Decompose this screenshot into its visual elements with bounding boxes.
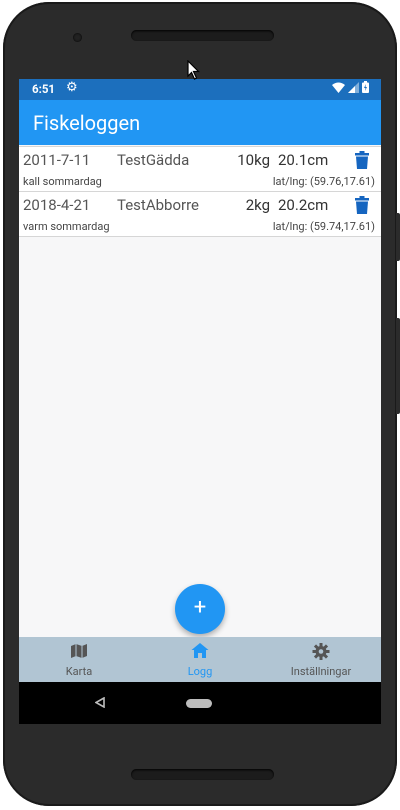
front-camera — [73, 33, 82, 42]
wifi-icon — [332, 82, 345, 93]
entry-weight: 10kg — [237, 151, 270, 169]
signal-icon — [348, 81, 359, 93]
nav-item-installningar[interactable]: Inställningar — [261, 637, 381, 682]
entry-date: 2011-7-11 — [23, 151, 91, 169]
entry-fish-name: TestGädda — [117, 151, 190, 169]
status-bar: 6:51 ⚙ — [19, 79, 381, 100]
log-entry[interactable]: 2011-7-11 TestGädda 10kg 20.1cm kall som… — [19, 146, 381, 192]
trash-icon[interactable] — [355, 196, 369, 214]
nav-label-installningar: Inställningar — [290, 665, 352, 678]
map-icon — [71, 644, 87, 658]
bottom-speaker — [131, 769, 274, 780]
trash-icon[interactable] — [355, 151, 369, 169]
entry-description: kall sommardag — [23, 175, 102, 188]
nav-item-logg[interactable]: Logg — [140, 637, 260, 682]
top-speaker — [131, 30, 274, 41]
mouse-cursor-icon — [187, 60, 200, 80]
volume-button[interactable] — [396, 213, 400, 261]
settings-notification-icon: ⚙ — [66, 80, 78, 95]
battery-icon — [362, 81, 369, 93]
log-entry[interactable]: 2018-4-21 TestAbborre 2kg 20.2cm varm so… — [19, 191, 381, 237]
system-navigation-bar — [19, 682, 381, 724]
bottom-navigation: Karta Logg Inställningar — [19, 637, 381, 682]
power-button[interactable] — [396, 318, 400, 414]
entry-coordinates: lat/lng: (59.76,17.61) — [272, 175, 375, 188]
entry-length: 20.2cm — [278, 196, 329, 214]
entry-description: varm sommardag — [23, 220, 110, 233]
nav-label-karta: Karta — [65, 665, 93, 678]
home-button[interactable] — [186, 699, 212, 708]
nav-item-karta[interactable]: Karta — [19, 637, 139, 682]
add-entry-button[interactable]: + — [175, 584, 225, 634]
entry-length: 20.1cm — [278, 151, 329, 169]
settings-icon — [312, 643, 330, 660]
entry-fish-name: TestAbborre — [117, 196, 199, 214]
entry-coordinates: lat/lng: (59.74,17.61) — [272, 220, 375, 233]
app-bar: Fiskeloggen — [19, 100, 381, 145]
status-time: 6:51 — [32, 82, 56, 96]
entry-weight: 2kg — [245, 196, 270, 214]
screen: 6:51 ⚙ Fiskeloggen 2011-7-11 TestGädda 1… — [19, 79, 381, 724]
nav-label-logg: Logg — [187, 665, 213, 678]
entry-date: 2018-4-21 — [23, 196, 91, 214]
back-icon[interactable] — [95, 697, 105, 708]
home-icon — [191, 643, 209, 658]
app-title: Fiskeloggen — [33, 111, 141, 135]
